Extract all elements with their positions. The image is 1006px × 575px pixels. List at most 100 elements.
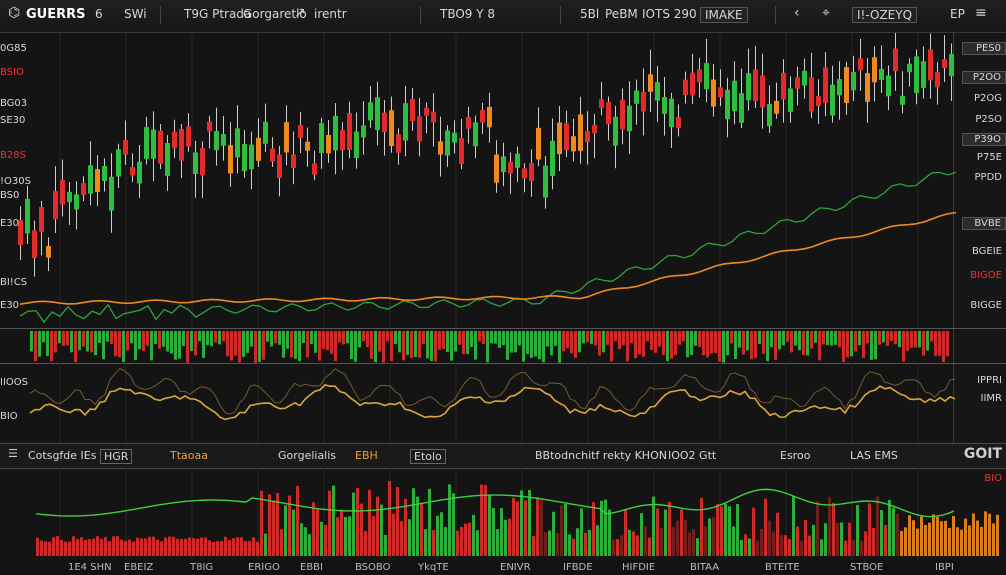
- histogram-bar: [896, 513, 899, 556]
- toolbar-label-2[interactable]: 5Bl: [580, 7, 599, 21]
- main-chart-pane[interactable]: [0, 33, 1006, 328]
- volume-bar: [546, 331, 549, 347]
- histogram-bar: [732, 526, 735, 556]
- candle-body: [487, 106, 492, 128]
- histogram-bar: [952, 515, 955, 556]
- histogram-bar: [372, 515, 375, 556]
- volume-bar: [830, 331, 833, 346]
- volume-bar: [162, 331, 165, 347]
- volume-bar: [58, 331, 61, 344]
- histogram-bar: [48, 541, 51, 556]
- volume-bar: [542, 331, 545, 363]
- histogram-bar: [660, 528, 663, 556]
- histogram-bar: [888, 499, 891, 556]
- histogram-bar: [604, 499, 607, 556]
- toolbar-item[interactable]: EBH: [355, 449, 378, 462]
- volume-bar: [918, 331, 921, 348]
- toolbar-item[interactable]: Esroo: [780, 449, 810, 462]
- right-axis-label: BGEIE: [971, 246, 1002, 257]
- toolbar-label-5[interactable]: IMAKE: [700, 7, 748, 23]
- toolbar-item[interactable]: Cotsgfde IEs: [28, 449, 96, 462]
- toolbar-item[interactable]: Ttaoaa: [170, 449, 208, 462]
- toolbar-item[interactable]: IOO2 Gtt: [668, 449, 716, 462]
- volume-bar: [406, 331, 409, 355]
- chart-type-selector[interactable]: SWi: [124, 7, 147, 21]
- right-axis-label: P2OG: [973, 93, 1002, 104]
- candle-body: [781, 72, 786, 100]
- volume-bar: [134, 331, 137, 361]
- candle-body: [536, 127, 541, 160]
- volume-bar: [694, 331, 697, 346]
- candle-body: [725, 89, 730, 120]
- histogram-bar: [692, 529, 695, 556]
- toolbar-item[interactable]: BBtodnchitf rekty KHON: [535, 449, 667, 462]
- symbol-search-box[interactable]: I!-OZEYQ: [852, 7, 918, 23]
- toolbar-label-4[interactable]: IOTS 290: [642, 7, 697, 21]
- candle-body: [207, 121, 212, 132]
- oscillator-pane[interactable]: [0, 363, 1006, 443]
- compare-icon[interactable]: ↗: [294, 5, 306, 21]
- volume-bar: [582, 331, 585, 344]
- candle-body: [550, 140, 555, 177]
- volume-bar: [842, 331, 845, 363]
- histogram-bar: [416, 496, 419, 556]
- volume-bar: [90, 331, 93, 353]
- histogram-bar: [328, 490, 331, 556]
- candle-body: [46, 245, 51, 258]
- histogram-bar: [316, 508, 319, 556]
- candle-body: [858, 58, 863, 71]
- histogram-bar: [612, 539, 615, 556]
- volume-bar: [786, 331, 789, 342]
- histogram-bar: [932, 514, 935, 556]
- volume-bar: [110, 331, 113, 345]
- volume-bar: [30, 331, 33, 352]
- histogram-bar: [420, 503, 423, 556]
- menu-icon[interactable]: ≡: [975, 5, 987, 21]
- candle-body: [200, 148, 205, 176]
- time-label: BITAA: [690, 562, 720, 573]
- histogram-bar: [704, 526, 707, 556]
- histogram-bar: [848, 522, 851, 556]
- candle-body: [165, 143, 170, 176]
- toolbar-item[interactable]: Etolo: [410, 449, 446, 464]
- chevron-left-icon[interactable]: ‹: [794, 5, 800, 21]
- time-axis[interactable]: 1E4 SHN EBEIZ T8IG ERIGO EBBI BSOBO YkqT…: [0, 560, 1006, 575]
- candle-body: [137, 161, 142, 184]
- candle-body: [179, 128, 184, 161]
- volume-bar: [658, 331, 661, 347]
- toolbar-item[interactable]: LAS EMS: [850, 449, 898, 462]
- volume-bar: [770, 331, 773, 348]
- histogram-bar: [700, 497, 703, 556]
- volume-bar: [182, 331, 185, 347]
- volume-bar: [434, 331, 437, 362]
- toolbar-item[interactable]: Gorgelialis: [278, 449, 336, 462]
- volume-bar: [730, 331, 733, 344]
- volume-bar: [822, 331, 825, 345]
- interval-selector[interactable]: 6: [95, 7, 103, 21]
- histogram-bar: [172, 536, 175, 556]
- histogram-pane[interactable]: [0, 468, 1006, 560]
- volume-bar: [282, 331, 285, 358]
- toolbar-label-ep[interactable]: EP: [950, 7, 965, 21]
- indicator-button-3[interactable]: irentr: [314, 7, 347, 21]
- histogram-bar: [512, 497, 515, 556]
- histogram-bar: [876, 496, 879, 556]
- volume-bar: [230, 331, 233, 361]
- toolbar-label-3[interactable]: PeBM: [605, 7, 638, 21]
- crosshair-icon[interactable]: ⌖: [822, 5, 830, 21]
- indicator-button-1[interactable]: T9G Ptrada: [184, 7, 251, 21]
- histogram-bar: [496, 529, 499, 556]
- symbol-label[interactable]: GUERRS: [26, 7, 86, 22]
- histogram-bar: [120, 539, 123, 556]
- histogram-bar: [448, 484, 451, 556]
- volume-pane[interactable]: [0, 328, 1006, 364]
- candlestick-chart[interactable]: [0, 33, 1006, 328]
- histogram-bar: [260, 490, 263, 556]
- list-icon[interactable]: ☰: [8, 447, 18, 460]
- toolbar-item[interactable]: HGR: [100, 449, 133, 464]
- candle-body: [277, 154, 282, 179]
- toolbar-label-1[interactable]: TBO9 Y 8: [440, 7, 495, 21]
- volume-bar: [450, 331, 453, 361]
- volume-bar: [934, 331, 937, 357]
- candle-body: [298, 124, 303, 138]
